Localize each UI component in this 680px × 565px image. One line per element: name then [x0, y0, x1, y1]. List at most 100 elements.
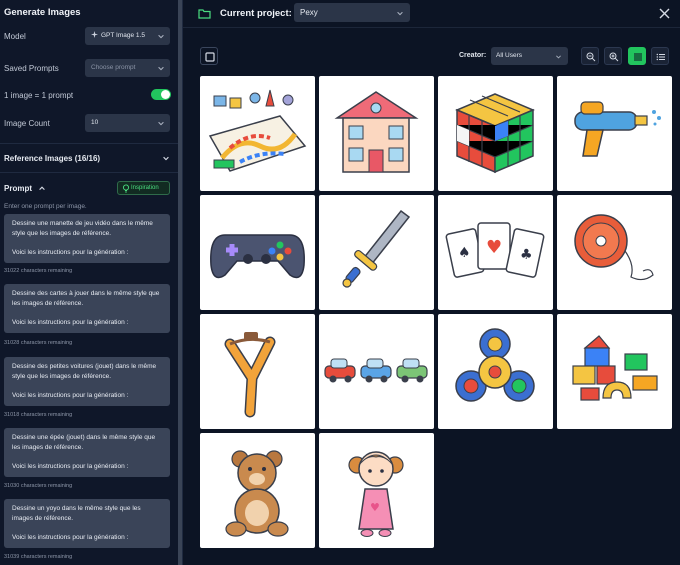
list-view-icon: [656, 53, 665, 61]
creator-select[interactable]: All Users: [491, 47, 568, 65]
image-card-toy-cars[interactable]: [319, 314, 434, 429]
chevron-down-icon: [158, 66, 164, 71]
prompt-text: Dessine des cartes à jouer dans le même …: [12, 290, 160, 307]
image-card-water-gun[interactable]: [557, 76, 672, 191]
building-blocks-image: [572, 335, 658, 401]
characters-remaining: 31028 characters remaining: [4, 340, 73, 346]
image-card-rubiks-cube[interactable]: [438, 76, 553, 191]
select-all-checkbox[interactable]: [200, 47, 218, 65]
svg-text:♠: ♠: [458, 245, 471, 261]
doll-image: ♥: [348, 451, 404, 537]
divider: [0, 143, 178, 144]
prompt-text: Dessine une épée (jouet) dans le même st…: [12, 434, 156, 451]
prompt-hint: Enter one prompt per image.: [4, 203, 87, 210]
saved-prompts-select[interactable]: Choose prompt: [85, 59, 170, 77]
toy-sword-image: [342, 209, 411, 288]
image-count-value: 10: [91, 119, 99, 126]
prompt-textarea[interactable]: Dessine des petites voitures (jouet) dan…: [4, 357, 170, 406]
project-label: Current project:: [220, 8, 292, 19]
chevron-down-icon: [556, 55, 561, 59]
zoom-out-button[interactable]: [581, 47, 599, 65]
image-card-playing-cards[interactable]: ♠ ♥ ♣: [438, 195, 553, 310]
fidget-spinner-image: [455, 328, 535, 402]
model-label: Model: [4, 32, 26, 41]
prompt-instructions: Voici les instructions pour la génératio…: [12, 249, 129, 256]
chevron-down-icon[interactable]: [162, 154, 170, 162]
model-select[interactable]: GPT Image 1.5: [85, 27, 170, 45]
prompt-text: Dessine un yoyo dans le même style que l…: [12, 505, 141, 522]
dollhouse-image: [334, 91, 419, 173]
image-count-label: Image Count: [4, 119, 50, 128]
inspiration-label: Inspiration: [131, 185, 159, 191]
close-icon[interactable]: [659, 8, 670, 19]
zoom-in-button[interactable]: [604, 47, 622, 65]
creator-value: All Users: [496, 52, 523, 59]
folder-icon: [198, 9, 211, 19]
prompt-instructions: Voici les instructions pour la génératio…: [12, 463, 129, 470]
image-card-building-blocks[interactable]: [557, 314, 672, 429]
project-select[interactable]: Pexy: [294, 3, 410, 22]
saved-prompts-placeholder: Choose prompt: [91, 64, 136, 71]
image-card-dollhouse[interactable]: [319, 76, 434, 191]
panel-title: Generate Images: [4, 7, 81, 18]
prompt-text: Dessine une manette de jeu vidéo dans le…: [12, 220, 153, 237]
teddy-bear-image: [225, 450, 289, 537]
image-card-slingshot[interactable]: [200, 314, 315, 429]
inspiration-button[interactable]: Inspiration: [117, 181, 170, 195]
divider: [0, 172, 178, 173]
prompt-text: Dessine des petites voitures (jouet) dan…: [12, 363, 157, 380]
prompt-instructions: Voici les instructions pour la génératio…: [12, 534, 129, 541]
toy-cars-image: [324, 358, 428, 383]
prompt-section-toggle[interactable]: Prompt: [4, 184, 32, 193]
characters-remaining: 31022 characters remaining: [4, 268, 73, 274]
game-controller-image: [210, 234, 305, 279]
grid-view-button[interactable]: [628, 47, 646, 65]
image-card-doll[interactable]: ♥: [319, 433, 434, 548]
chevron-up-icon[interactable]: [38, 184, 46, 192]
image-card-teddy-bear[interactable]: [200, 433, 315, 548]
project-header: Current project: Pexy: [183, 0, 680, 28]
chevron-down-icon: [158, 121, 164, 126]
gallery-panel: Current project: Pexy Creator: All Users: [183, 0, 680, 565]
generate-images-panel: Generate Images Model GPT Image 1.5 Save…: [0, 0, 183, 565]
one-image-toggle[interactable]: [151, 89, 171, 100]
rubiks-cube-image: [455, 93, 535, 174]
project-value: Pexy: [300, 8, 318, 17]
svg-text:♥: ♥: [370, 501, 380, 514]
grid-view-icon: [634, 53, 642, 61]
toggle-knob: [161, 90, 170, 99]
chevron-down-icon: [397, 11, 403, 16]
prompt-instructions: Voici les instructions pour la génératio…: [12, 392, 129, 399]
svg-text:♣: ♣: [520, 247, 533, 263]
checkbox-icon: [205, 52, 215, 62]
prompt-textarea[interactable]: Dessine une manette de jeu vidéo dans le…: [4, 214, 170, 263]
lightbulb-icon: [122, 184, 130, 193]
image-count-select[interactable]: 10: [85, 114, 170, 132]
zoom-out-icon: [586, 52, 596, 62]
playing-cards-image: ♠ ♥ ♣: [445, 222, 545, 278]
svg-text:♥: ♥: [486, 237, 502, 258]
board-game-image: [208, 89, 307, 172]
creator-label: Creator:: [459, 52, 487, 59]
image-card-toy-sword[interactable]: [319, 195, 434, 310]
characters-remaining: 31030 characters remaining: [4, 483, 73, 489]
image-card-yoyo[interactable]: [557, 195, 672, 310]
prompt-textarea[interactable]: Dessine un yoyo dans le même style que l…: [4, 499, 170, 548]
water-gun-image: [574, 101, 661, 157]
image-card-board-game[interactable]: [200, 76, 315, 191]
yoyo-image: [574, 214, 654, 281]
image-card-game-controller[interactable]: [200, 195, 315, 310]
slingshot-image: [224, 332, 276, 418]
list-view-button[interactable]: [651, 47, 669, 65]
image-card-fidget-spinner[interactable]: [438, 314, 553, 429]
prompt-textarea[interactable]: Dessine des cartes à jouer dans le même …: [4, 284, 170, 333]
saved-prompts-label: Saved Prompts: [4, 64, 59, 73]
sparkle-icon: [91, 31, 98, 38]
prompt-textarea[interactable]: Dessine une épée (jouet) dans le même st…: [4, 428, 170, 477]
reference-images-toggle[interactable]: Reference Images (16/16): [4, 154, 100, 163]
one-image-label: 1 image = 1 prompt: [4, 91, 74, 100]
chevron-down-icon: [158, 34, 164, 39]
zoom-in-icon: [609, 52, 619, 62]
characters-remaining: 31018 characters remaining: [4, 412, 73, 418]
model-value: GPT Image 1.5: [101, 32, 145, 39]
